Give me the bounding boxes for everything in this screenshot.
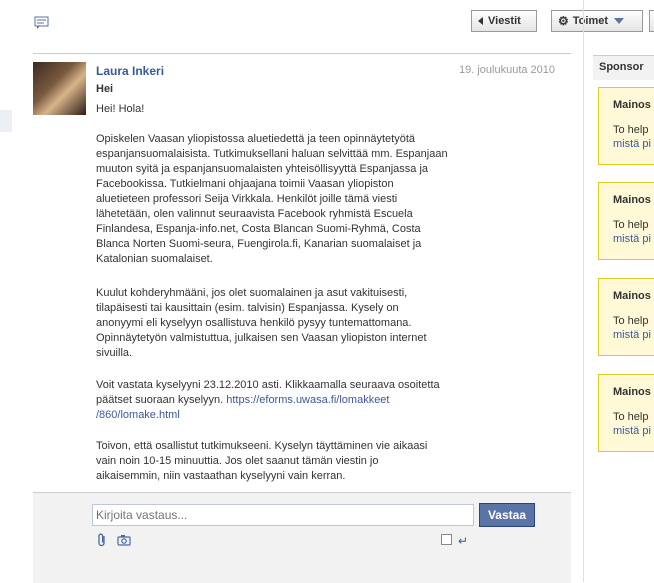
camera-icon[interactable]	[117, 534, 131, 546]
paperclip-icon[interactable]	[96, 533, 108, 547]
ad-title[interactable]: Mainos	[613, 290, 651, 302]
ad-text: To help mistä pi	[613, 314, 651, 342]
message-paragraph-4: Toivon, että osallistut tutkimukseeni. K…	[96, 440, 428, 482]
message-thread-icon	[34, 16, 49, 29]
ad-link[interactable]: mistä pi	[613, 329, 651, 341]
ad-text-line: To help	[613, 219, 649, 231]
gear-icon: ⚙	[558, 14, 569, 28]
ad-box[interactable]: Mainos To help mistä pi	[598, 278, 654, 356]
ad-link[interactable]: mistä pi	[613, 425, 651, 437]
messages-button-label: Viestit	[488, 15, 521, 27]
sender-name-link[interactable]: Laura Inkeri	[96, 64, 164, 78]
header-divider	[33, 53, 571, 54]
ad-box[interactable]: Mainos To help mistä pi	[598, 374, 654, 452]
ad-text-line: To help	[613, 411, 649, 423]
message-greeting: Hei! Hola!	[96, 103, 145, 115]
enter-key-icon: ↵	[458, 534, 469, 548]
ad-box[interactable]: Mainos To help mistä pi	[598, 182, 654, 260]
sponsored-heading: Sponsor	[593, 55, 654, 80]
arrow-left-icon	[478, 17, 483, 25]
sidebar-divider	[583, 0, 584, 582]
extra-toolbar-button[interactable]	[649, 10, 654, 32]
reply-button[interactable]: Vastaa	[479, 503, 535, 527]
ad-box[interactable]: Mainos To help mistä pi	[598, 87, 654, 165]
message-paragraph-3: Voit vastata kyselyyni 23.12.2010 asti. …	[96, 378, 476, 423]
ad-link[interactable]: mistä pi	[613, 138, 651, 150]
ad-title[interactable]: Mainos	[613, 194, 651, 206]
ad-text-line: To help	[613, 315, 649, 327]
back-to-messages-button[interactable]: Viestit	[471, 10, 537, 32]
message-subject: Hei	[96, 83, 114, 95]
actions-button-label: Toimet	[572, 15, 609, 27]
chevron-down-icon	[614, 18, 625, 24]
message-date: 19. joulukuuta 2010	[459, 64, 556, 76]
message-paragraph-2: Kuulut kohderyhmääni, jos olet suomalain…	[96, 287, 427, 359]
message-paragraph-1: Opiskelen Vaasan yliopistossa aluetiedet…	[96, 133, 448, 265]
left-nav-highlight	[0, 110, 12, 132]
sender-avatar[interactable]	[33, 62, 86, 115]
ad-title[interactable]: Mainos	[613, 99, 651, 111]
ad-text: To help mistä pi	[613, 410, 651, 438]
ad-text-line: To help	[613, 124, 649, 136]
ad-text: To help mistä pi	[613, 123, 651, 151]
ad-link[interactable]: mistä pi	[613, 233, 651, 245]
ad-title[interactable]: Mainos	[613, 386, 651, 398]
ad-text: To help mistä pi	[613, 218, 651, 246]
quick-reply-checkbox[interactable]	[441, 534, 452, 545]
actions-menu-button[interactable]: ⚙ Toimet	[551, 10, 643, 32]
reply-input[interactable]	[92, 504, 474, 526]
